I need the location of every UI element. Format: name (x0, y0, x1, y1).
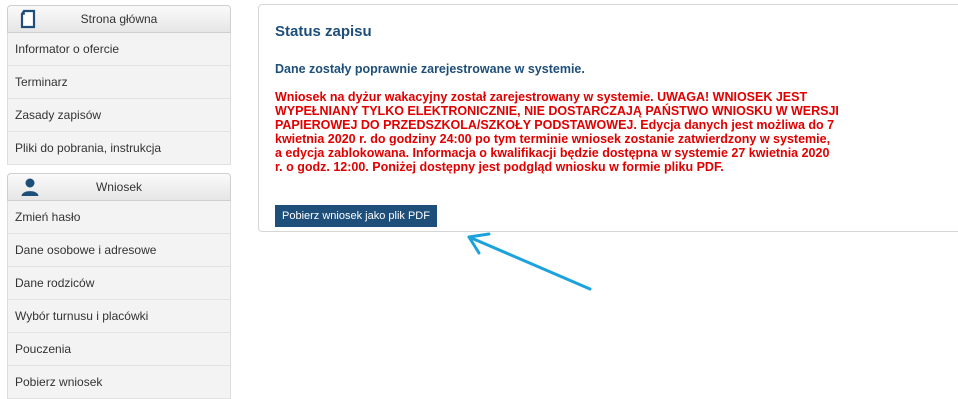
nav-item-wybor-turnusu[interactable]: Wybór turnusu i placówki (7, 300, 231, 333)
nav-item-dane-rodzicow[interactable]: Dane rodziców (7, 267, 231, 300)
page-title: Status zapisu (275, 23, 372, 40)
section-title-wniosek: Wniosek (95, 180, 142, 194)
warning-line: WYPEŁNIANY TYLKO ELEKTRONICZNIE, NIE DOS… (275, 104, 839, 118)
warning-line: a edycja zablokowana. Informacja o kwali… (275, 146, 830, 160)
warning-line: PAPIEROWEJ DO PRZEDSZKOLA/SZKOŁY PODSTAW… (275, 118, 835, 132)
nav-item-pliki[interactable]: Pliki do pobrania, instrukcja (7, 132, 231, 165)
warning-message: Wniosek na dyżur wakacyjny został zareje… (275, 90, 947, 174)
warning-line: kwietnia 2020 r. do godziny 24:00 po tym… (275, 132, 831, 146)
nav-item-terminarz[interactable]: Terminarz (7, 66, 231, 99)
user-icon (20, 177, 40, 202)
warning-line: Wniosek na dyżur wakacyjny został zareje… (275, 90, 808, 104)
section-header-wniosek[interactable]: Wniosek (7, 173, 231, 201)
status-panel: Status zapisu Dane zostały poprawnie zar… (258, 4, 958, 232)
section-title-home: Strona główna (80, 12, 158, 26)
annotation-arrow-icon (467, 232, 592, 291)
nav-item-zmien-haslo[interactable]: Zmień hasło (7, 201, 231, 234)
download-pdf-button[interactable]: Pobierz wniosek jako plik PDF (275, 205, 437, 227)
nav-item-pobierz-wniosek[interactable]: Pobierz wniosek (7, 366, 231, 399)
warning-line: r. o godz. 12:00. Poniżej dostępny jest … (275, 160, 724, 174)
nav-item-pouczenia[interactable]: Pouczenia (7, 333, 231, 366)
nav-item-dane-osobowe[interactable]: Dane osobowe i adresowe (7, 234, 231, 267)
sidebar: Strona główna Informator o ofercie Termi… (7, 5, 231, 399)
section-header-home[interactable]: Strona główna (7, 5, 231, 33)
document-icon (20, 9, 36, 34)
nav-item-informator[interactable]: Informator o ofercie (7, 33, 231, 66)
success-message: Dane zostały poprawnie zarejestrowane w … (275, 62, 585, 76)
nav-item-zasady[interactable]: Zasady zapisów (7, 99, 231, 132)
